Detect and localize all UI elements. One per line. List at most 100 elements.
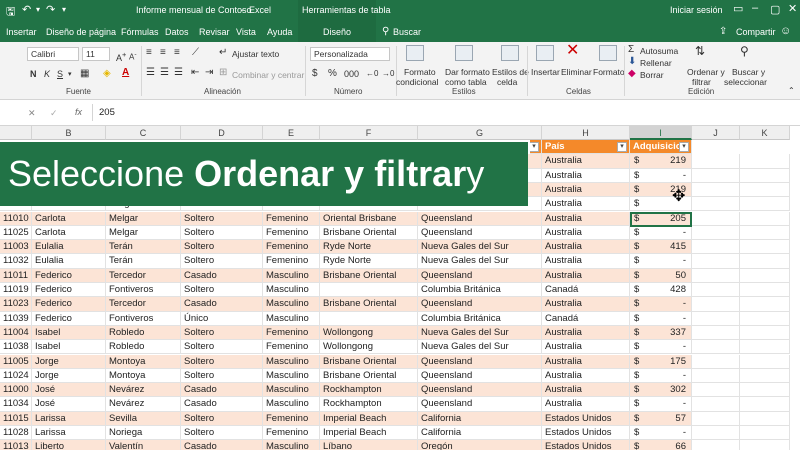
tab-revisar[interactable]: Revisar bbox=[199, 27, 230, 37]
cell-empty[interactable] bbox=[692, 354, 740, 369]
cell-id[interactable]: 11015 bbox=[0, 411, 32, 426]
conditional-format-icon[interactable] bbox=[406, 45, 424, 61]
cell-empty[interactable] bbox=[740, 154, 790, 169]
cell-amount[interactable]: $302 bbox=[630, 383, 692, 398]
increase-decimal-icon[interactable]: ←0 bbox=[366, 69, 378, 79]
format-as-table-label-1[interactable]: Dar formato bbox=[445, 67, 490, 77]
cell-styles-label-2[interactable]: celda bbox=[497, 77, 517, 87]
confirm-formula-icon[interactable]: ✓ bbox=[50, 108, 58, 119]
cell-region[interactable]: Queensland bbox=[418, 368, 542, 384]
align-bottom-icon[interactable]: ≡ bbox=[174, 48, 180, 58]
cell-empty[interactable] bbox=[740, 254, 790, 269]
undo-dropdown-icon[interactable]: ▾ bbox=[36, 5, 40, 14]
insert-cells-button[interactable]: Insertar bbox=[531, 67, 560, 77]
cell-gender[interactable]: Masculino bbox=[263, 440, 320, 450]
cell-id[interactable]: 11025 bbox=[0, 225, 32, 241]
cell-gender[interactable]: Femenino bbox=[263, 340, 320, 355]
cell-city[interactable]: Oriental Brisbane bbox=[320, 211, 418, 226]
cell-empty[interactable] bbox=[692, 283, 740, 298]
cell-empty[interactable] bbox=[740, 268, 790, 283]
align-middle-icon[interactable]: ≡ bbox=[160, 48, 166, 58]
cell-id[interactable]: 11005 bbox=[0, 354, 32, 369]
conditional-format-label-2[interactable]: condicional bbox=[396, 77, 439, 87]
tab-insertar[interactable]: Insertar bbox=[6, 27, 37, 37]
cell-id[interactable]: 11032 bbox=[0, 254, 32, 269]
filter-dropdown-icon[interactable]: ▾ bbox=[617, 142, 627, 152]
cell-id[interactable]: 11004 bbox=[0, 325, 32, 341]
cell-amount[interactable]: $ - bbox=[630, 297, 692, 312]
cell-empty[interactable] bbox=[692, 168, 740, 183]
cell-amount[interactable]: $ - bbox=[630, 397, 692, 412]
cell-civil[interactable]: Soltero bbox=[181, 426, 263, 441]
grow-font-icon[interactable]: A+ bbox=[116, 50, 126, 63]
redo-icon[interactable]: ↷ bbox=[46, 3, 55, 16]
orientation-icon[interactable]: ⟋ bbox=[192, 48, 199, 58]
minimize-icon[interactable]: – bbox=[752, 2, 758, 14]
cell-country[interactable]: Australia bbox=[542, 383, 630, 398]
column-header-k[interactable]: K bbox=[740, 126, 790, 140]
feedback-smiley-icon[interactable]: ☺ bbox=[780, 25, 791, 37]
cell-region[interactable]: Columbia Británica bbox=[418, 283, 542, 298]
tab-diseno-pagina[interactable]: Diseño de página bbox=[46, 27, 116, 37]
cell-empty[interactable] bbox=[740, 354, 790, 369]
cell-empty[interactable] bbox=[692, 426, 740, 441]
cell-empty[interactable] bbox=[740, 325, 790, 341]
cell-empty[interactable] bbox=[692, 411, 740, 426]
delete-cells-button[interactable]: Eliminar bbox=[561, 67, 592, 77]
cell-country[interactable]: Australia bbox=[542, 325, 630, 341]
cell-name[interactable]: Larissa bbox=[32, 411, 106, 426]
cell-civil[interactable]: Casado bbox=[181, 297, 263, 312]
cell-civil[interactable]: Casado bbox=[181, 268, 263, 283]
cell-last[interactable]: Terán bbox=[106, 240, 181, 255]
cell-city[interactable]: Ryde Norte bbox=[320, 254, 418, 269]
cell-empty[interactable] bbox=[740, 240, 790, 255]
undo-icon[interactable]: ↶ bbox=[22, 3, 31, 16]
search-icon[interactable]: ⚲ bbox=[382, 26, 389, 37]
fill-button[interactable]: Rellenar bbox=[640, 58, 672, 68]
cell-id[interactable]: 11024 bbox=[0, 368, 32, 384]
cell-country[interactable]: Australia bbox=[542, 297, 630, 312]
cell-name[interactable]: Federico bbox=[32, 311, 106, 326]
cancel-formula-icon[interactable]: ✕ bbox=[28, 108, 36, 119]
cell-city[interactable]: Brisbane Oriental bbox=[320, 368, 418, 384]
cell-id[interactable]: 11003 bbox=[0, 240, 32, 255]
share-icon[interactable]: ⇪ bbox=[719, 26, 727, 37]
cell-amount[interactable]: $428 bbox=[630, 283, 692, 298]
tab-formulas[interactable]: Fórmulas bbox=[121, 27, 159, 37]
maximize-icon[interactable]: ▢ bbox=[770, 3, 780, 16]
cell-region[interactable]: California bbox=[418, 426, 542, 441]
cell-city[interactable]: Brisbane Oriental bbox=[320, 225, 418, 241]
underline-button[interactable]: S bbox=[57, 69, 63, 79]
borders-icon[interactable]: ▦ bbox=[80, 69, 89, 79]
cell-region[interactable]: Columbia Británica bbox=[418, 311, 542, 326]
cell-empty[interactable] bbox=[740, 297, 790, 312]
cell-gender[interactable]: Masculino bbox=[263, 311, 320, 326]
percent-icon[interactable]: % bbox=[328, 69, 337, 79]
format-as-table-label-2[interactable]: como tabla bbox=[445, 77, 487, 87]
cell-empty[interactable] bbox=[740, 311, 790, 326]
bold-button[interactable]: N bbox=[30, 69, 37, 79]
cell-region[interactable]: Nueva Gales del Sur bbox=[418, 340, 542, 355]
customize-qat-icon[interactable]: ▾ bbox=[62, 5, 66, 14]
sort-filter-label-2[interactable]: filtrar bbox=[692, 77, 711, 87]
merge-icon[interactable]: ⊞ bbox=[219, 68, 227, 78]
find-select-icon[interactable]: ⚲ bbox=[740, 45, 749, 57]
tab-diseno[interactable]: Diseño bbox=[323, 27, 351, 37]
cell-empty[interactable] bbox=[692, 197, 740, 212]
align-right-icon[interactable]: ☰ bbox=[174, 68, 183, 78]
cell-last[interactable]: Montoya bbox=[106, 368, 181, 384]
cell-last[interactable]: Fontiveros bbox=[106, 283, 181, 298]
column-header-j[interactable]: J bbox=[692, 126, 740, 140]
cell-empty[interactable] bbox=[740, 197, 790, 212]
cell-city[interactable]: Brisbane Oriental bbox=[320, 297, 418, 312]
cell-city[interactable] bbox=[320, 283, 418, 298]
cell-gender[interactable]: Masculino bbox=[263, 297, 320, 312]
cell-styles-label-1[interactable]: Estilos de bbox=[492, 67, 529, 77]
cell-city[interactable]: Rockhampton bbox=[320, 383, 418, 398]
collapse-ribbon-icon[interactable]: ⌃ bbox=[788, 86, 795, 96]
cell-last[interactable]: Noriega bbox=[106, 426, 181, 441]
cell-name[interactable]: José bbox=[32, 383, 106, 398]
filter-dropdown-icon[interactable]: ▾ bbox=[679, 142, 689, 152]
cell-empty[interactable] bbox=[740, 182, 790, 198]
decrease-indent-icon[interactable]: ⇤ bbox=[191, 68, 199, 78]
